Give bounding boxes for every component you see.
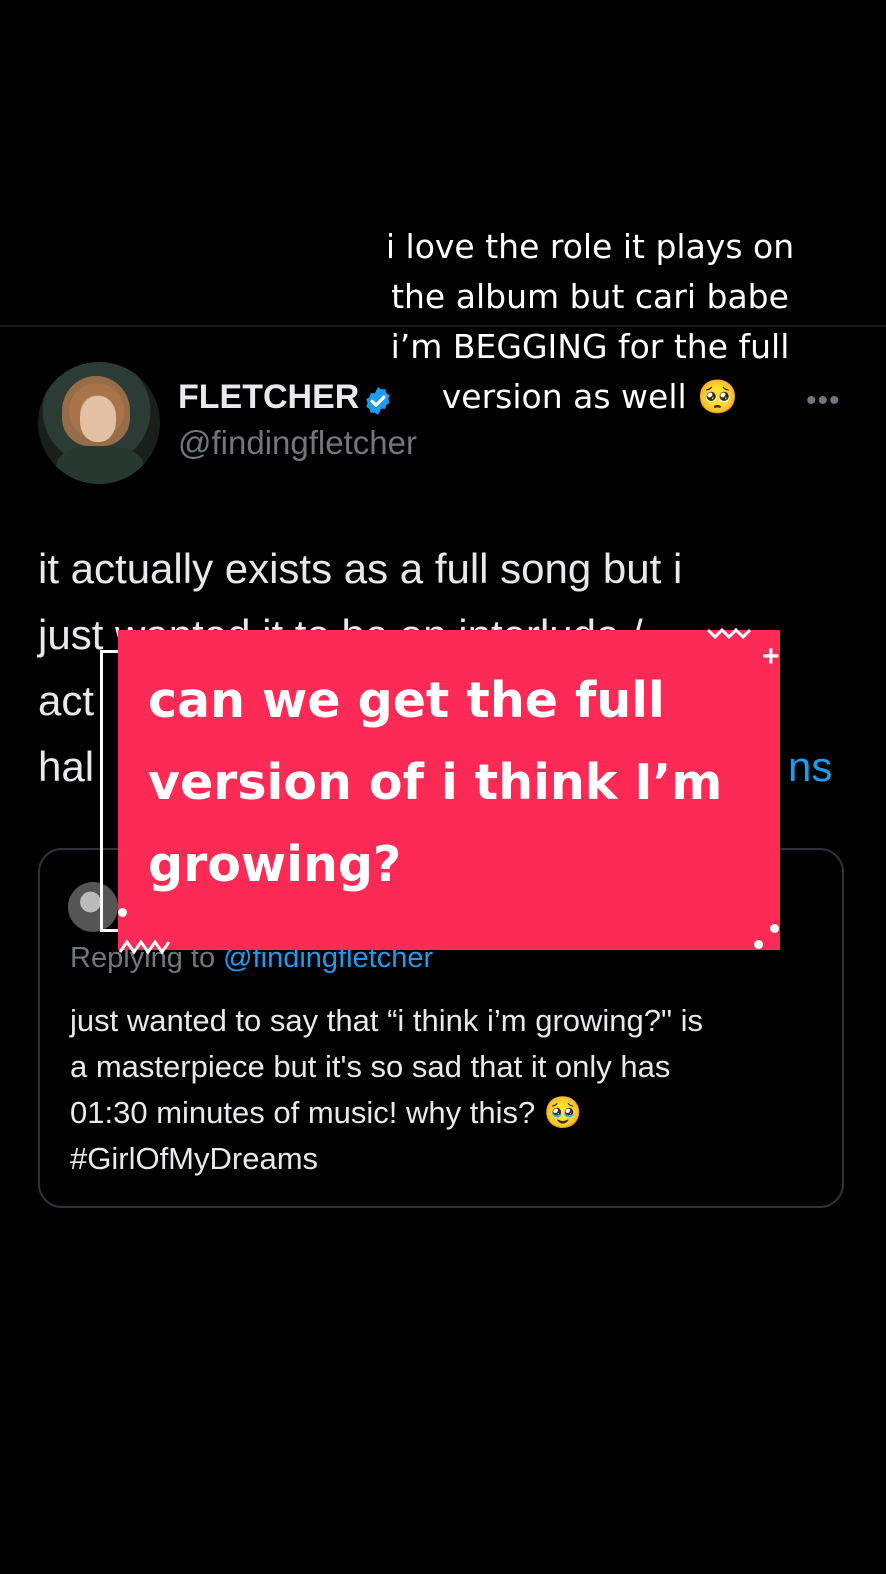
quote-line: #GirlOfMyDreams (70, 1141, 319, 1176)
author-avatar[interactable] (38, 362, 160, 484)
quote-line: just wanted to say that “i think i’m gro… (70, 1003, 704, 1038)
sparkle-dot-icon (770, 924, 779, 933)
caption-line: i love the role it plays on (385, 227, 795, 266)
sticker-line: can we get the full (148, 672, 665, 729)
caption-line: version as well 🥺 (441, 377, 739, 416)
sticker-text: can we get the full version of i think I… (148, 660, 758, 906)
hashtag-fragment[interactable]: ns (788, 734, 832, 800)
sticker-line: version of i think I’m (148, 754, 723, 811)
quoted-tweet-text: just wanted to say that “i think i’m gro… (70, 998, 830, 1182)
author-display-name[interactable]: FLETCHER (178, 378, 359, 417)
quote-line: a masterpiece but it's so sad that it on… (70, 1049, 671, 1084)
verified-badge-icon (366, 387, 390, 415)
quote-line: 01:30 minutes of music! why this? 🥹 (70, 1095, 583, 1130)
tweet-line: it actually exists as a full song but i (38, 545, 683, 592)
author-handle[interactable]: @findingfletcher (178, 424, 417, 462)
overlay-caption: i love the role it plays on the album bu… (340, 222, 840, 422)
zigzag-decoration-icon (706, 627, 752, 640)
question-sticker[interactable]: can we get the full version of i think I… (118, 630, 780, 950)
sticker-line: growing? (148, 836, 402, 893)
sparkle-plus-icon: + (762, 640, 780, 673)
caption-line: i’m BEGGING for the full (390, 327, 790, 366)
caption-line: the album but cari babe (391, 277, 789, 316)
sparkle-dot-icon (118, 908, 127, 917)
sparkle-dot-icon (754, 940, 763, 949)
tweet-line-prefix: hal (38, 743, 95, 790)
zigzag-decoration-icon (118, 939, 171, 955)
more-icon[interactable]: ••• (806, 384, 841, 418)
